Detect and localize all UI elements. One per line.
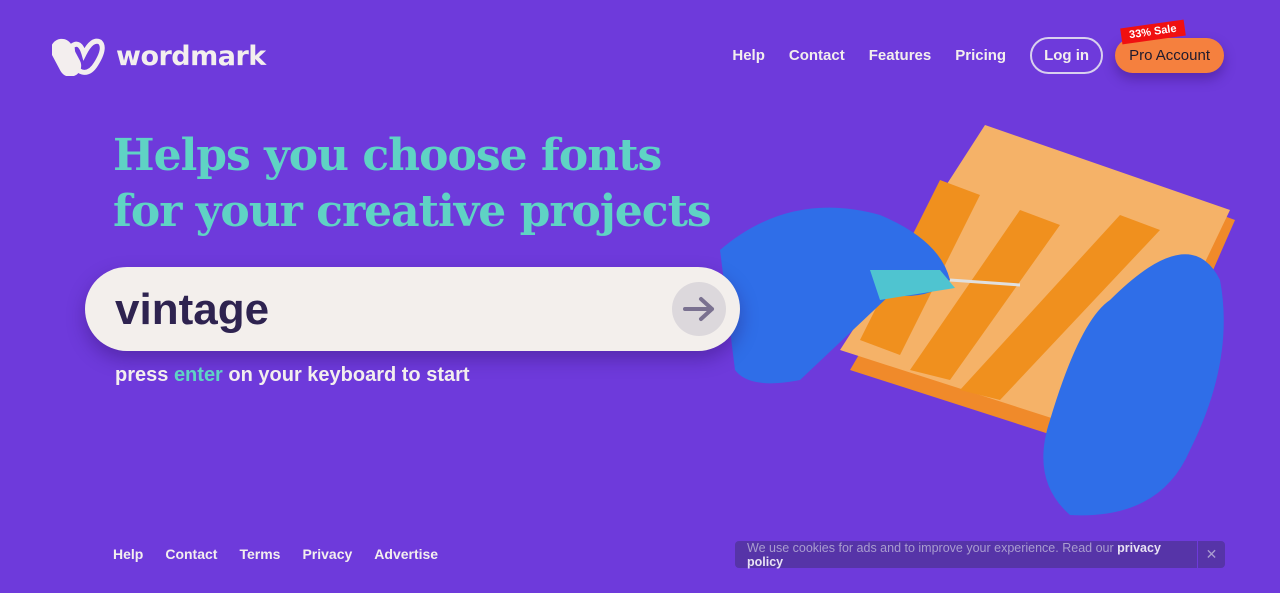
footer-contact[interactable]: Contact [165, 546, 217, 562]
logo[interactable]: wordmark [52, 36, 266, 76]
search-input[interactable] [113, 277, 657, 343]
footer-advertise[interactable]: Advertise [374, 546, 438, 562]
close-icon[interactable]: ✕ [1197, 541, 1225, 568]
search-bar [85, 267, 740, 351]
nav-features[interactable]: Features [869, 47, 932, 64]
login-button[interactable]: Log in [1030, 37, 1104, 74]
footer-nav: Help Contact Terms Privacy Advertise [113, 546, 460, 562]
arrow-right-icon [683, 297, 714, 321]
logo-icon [52, 38, 105, 76]
nav-help[interactable]: Help [732, 47, 765, 64]
hero-illustration [690, 120, 1250, 525]
top-nav: Help Contact Features Pricing Log in 33%… [732, 19, 1224, 74]
pro-account-button[interactable]: 33% Sale Pro Account [1115, 19, 1224, 73]
logo-text: wordmark [116, 40, 266, 72]
search-submit-button[interactable] [672, 282, 726, 336]
hint-after: on your keyboard to start [222, 364, 470, 386]
footer-help[interactable]: Help [113, 546, 143, 562]
nav-pricing[interactable]: Pricing [955, 47, 1006, 64]
cookie-message: We use cookies for ads and to improve yo… [747, 540, 1118, 555]
title-line-2: for your creative projects [113, 186, 712, 237]
footer-privacy[interactable]: Privacy [302, 546, 352, 562]
page-title: Helps you choose fonts for your creative… [113, 128, 712, 240]
sale-badge: 33% Sale [1120, 19, 1186, 45]
cookie-banner: We use cookies for ads and to improve yo… [735, 541, 1225, 569]
hint-before: press [115, 364, 174, 386]
nav-contact[interactable]: Contact [789, 47, 845, 64]
cookie-text: We use cookies for ads and to improve yo… [735, 541, 1197, 569]
title-line-1: Helps you choose fonts [113, 130, 662, 181]
hint-key: enter [173, 364, 223, 386]
pro-account-label: Pro Account [1129, 47, 1210, 64]
search-hint: press enter on your keyboard to start [115, 364, 470, 387]
footer-terms[interactable]: Terms [239, 546, 280, 562]
